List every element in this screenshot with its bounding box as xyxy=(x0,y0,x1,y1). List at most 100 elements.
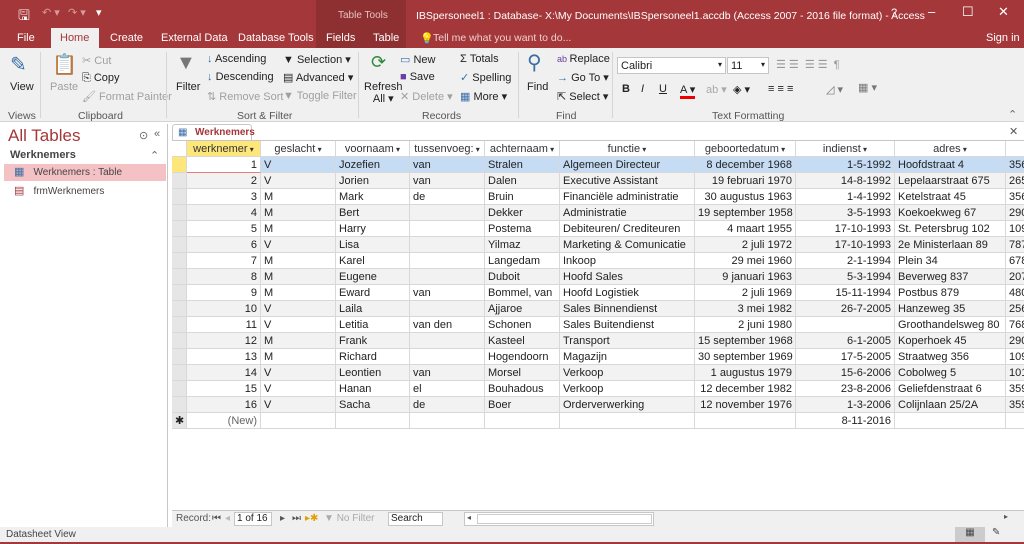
select-all-button[interactable] xyxy=(172,141,187,157)
cell-geslacht[interactable]: V xyxy=(261,365,336,381)
dropdown-arrow-icon[interactable]: ▾ xyxy=(640,145,646,154)
column-header-achternaam[interactable]: achternaam ▾ xyxy=(485,141,560,157)
format-painter-button[interactable]: 🖌 Format Painter xyxy=(82,90,172,103)
column-header-voornaam[interactable]: voornaam ▾ xyxy=(336,141,410,157)
replace-button[interactable]: ab Replace xyxy=(557,53,610,65)
cell-werknemer[interactable]: 13 xyxy=(187,349,261,365)
cell-tussenvoeg[interactable]: van xyxy=(410,365,485,381)
cell-achternaam[interactable]: Langedam xyxy=(485,253,560,269)
cell-geslacht[interactable]: V xyxy=(261,237,336,253)
table-row[interactable]: 10 V Laila Ajjaroe Sales Binnendienst 3 mei 1… xyxy=(172,301,1024,317)
copy-button[interactable]: ⎘ Copy xyxy=(82,72,120,85)
cell-po[interactable]: 207 xyxy=(1006,269,1024,285)
cell-werknemer[interactable]: 7 xyxy=(187,253,261,269)
tab-database-tools[interactable]: Database Tools xyxy=(229,28,323,48)
table-row[interactable]: 16 V Sacha de Boer Orderverwerking 12 november… xyxy=(172,397,1024,413)
record-selector[interactable] xyxy=(172,205,187,221)
tab-fields[interactable]: Fields xyxy=(317,28,364,48)
record-selector[interactable] xyxy=(172,157,187,173)
cell-voornaam[interactable]: Letitia xyxy=(336,317,410,333)
cell-tussenvoeg[interactable]: de xyxy=(410,397,485,413)
record-selector[interactable] xyxy=(172,317,187,333)
cell-geboortedatum[interactable]: 1 augustus 1979 xyxy=(695,365,796,381)
cell-adres[interactable]: Beverweg 837 xyxy=(895,269,1006,285)
cell-geslacht[interactable]: V xyxy=(261,317,336,333)
cell-achternaam[interactable]: Dalen xyxy=(485,173,560,189)
cell-werknemer[interactable]: 2 xyxy=(187,173,261,189)
collapse-ribbon-icon[interactable]: ⌃ xyxy=(1008,108,1017,121)
cell-tussenvoeg[interactable] xyxy=(410,333,485,349)
cell-po[interactable]: 265 xyxy=(1006,173,1024,189)
cell-geslacht[interactable]: M xyxy=(261,189,336,205)
cell-po[interactable]: 480 xyxy=(1006,285,1024,301)
close-document-button[interactable]: ✕ xyxy=(1009,125,1018,138)
cell-geslacht[interactable]: M xyxy=(261,269,336,285)
dropdown-arrow-icon[interactable]: ▾ xyxy=(961,145,967,154)
cell-voornaam[interactable]: Jozefien xyxy=(336,157,410,173)
cut-button[interactable]: ✂ Cut xyxy=(82,54,111,67)
cell-geboortedatum[interactable]: 2 juli 1969 xyxy=(695,285,796,301)
cell-po[interactable]: 256 xyxy=(1006,301,1024,317)
record-selector[interactable] xyxy=(172,349,187,365)
cell-adres[interactable]: Colijnlaan 25/2A xyxy=(895,397,1006,413)
cell-werknemer[interactable]: 14 xyxy=(187,365,261,381)
cell-geboortedatum[interactable]: 2 juli 1972 xyxy=(695,237,796,253)
cell-functie[interactable]: Debiteuren/ Crediteuren xyxy=(560,221,695,237)
cell-po[interactable]: 359 xyxy=(1006,397,1024,413)
cell-empty[interactable] xyxy=(261,413,336,429)
cell-achternaam[interactable]: Duboit xyxy=(485,269,560,285)
list-icons[interactable]: ☰ ☰ ☰ ☰ ¶ xyxy=(776,58,840,71)
cell-adres[interactable]: Groothandelsweg 80 xyxy=(895,317,1006,333)
cell-geboortedatum[interactable]: 30 september 1969 xyxy=(695,349,796,365)
design-view-icon[interactable]: ✎ xyxy=(992,527,1000,538)
cell-werknemer[interactable]: 1 xyxy=(187,157,261,173)
dropdown-arrow-icon[interactable]: ▾ xyxy=(474,145,480,154)
minimize-button[interactable]: – xyxy=(928,4,935,19)
scroll-right-icon[interactable]: ▸ xyxy=(1004,512,1008,521)
cell-geboortedatum[interactable]: 12 december 1982 xyxy=(695,381,796,397)
cell-tussenvoeg[interactable] xyxy=(410,301,485,317)
table-row[interactable]: 6 V Lisa Yilmaz Marketing & Comunicatie 2 jul… xyxy=(172,237,1024,253)
cell-functie[interactable]: Marketing & Comunicatie xyxy=(560,237,695,253)
cell-achternaam[interactable]: Bouhadous xyxy=(485,381,560,397)
cell-indienst[interactable]: 15-6-2006 xyxy=(796,365,895,381)
table-row[interactable]: 3 M Mark de Bruin Financiële administratie 30 … xyxy=(172,189,1024,205)
table-row[interactable]: 7 M Karel Langedam Inkoop 29 mei 1960 2-1-1994… xyxy=(172,253,1024,269)
cell-geboortedatum[interactable]: 29 mei 1960 xyxy=(695,253,796,269)
cell-adres[interactable]: Straatweg 356 xyxy=(895,349,1006,365)
record-selector[interactable] xyxy=(172,301,187,317)
cell-indienst[interactable]: 1-3-2006 xyxy=(796,397,895,413)
cell-po[interactable]: 290 xyxy=(1006,333,1024,349)
table-row[interactable]: 8 M Eugene Duboit Hoofd Sales 9 januari 1963 5… xyxy=(172,269,1024,285)
cell-geboortedatum[interactable]: 30 augustus 1963 xyxy=(695,189,796,205)
cell-adres[interactable]: Hanzeweg 35 xyxy=(895,301,1006,317)
column-header-geslacht[interactable]: geslacht ▾ xyxy=(261,141,336,157)
cell-po[interactable]: 109 xyxy=(1006,349,1024,365)
save-icon[interactable]: 🖫 xyxy=(18,5,30,29)
cell-achternaam[interactable]: Kasteel xyxy=(485,333,560,349)
ascending-button[interactable]: ↓ Ascending xyxy=(207,53,266,65)
cell-werknemer[interactable]: 5 xyxy=(187,221,261,237)
cell-po[interactable]: 356 xyxy=(1006,157,1024,173)
cell-tussenvoeg[interactable]: van xyxy=(410,173,485,189)
cell-indienst[interactable]: 1-4-1992 xyxy=(796,189,895,205)
cell-geslacht[interactable]: M xyxy=(261,221,336,237)
record-selector[interactable] xyxy=(172,333,187,349)
cell-achternaam[interactable]: Bruin xyxy=(485,189,560,205)
cell-werknemer[interactable]: 12 xyxy=(187,333,261,349)
cell-functie[interactable]: Orderverwerking xyxy=(560,397,695,413)
cell-po[interactable]: 290 xyxy=(1006,205,1024,221)
cell-tussenvoeg[interactable] xyxy=(410,221,485,237)
column-header-werknemer[interactable]: werknemer ▾ xyxy=(187,141,261,157)
search-input[interactable]: Search xyxy=(388,512,443,526)
dropdown-arrow-icon[interactable]: ▾ xyxy=(779,145,785,154)
cell-geslacht[interactable]: M xyxy=(261,285,336,301)
dropdown-arrow-icon[interactable]: ▾ xyxy=(548,145,554,154)
descending-button[interactable]: ↓ Descending xyxy=(207,71,274,83)
column-header-indienst[interactable]: indienst ▾ xyxy=(796,141,895,157)
cell-empty[interactable] xyxy=(1006,413,1024,429)
cell-adres[interactable]: Plein 34 xyxy=(895,253,1006,269)
cell-po[interactable]: 359 xyxy=(1006,381,1024,397)
cell-adres[interactable]: Koperhoek 45 xyxy=(895,333,1006,349)
cell-indienst[interactable]: 2-1-1994 xyxy=(796,253,895,269)
